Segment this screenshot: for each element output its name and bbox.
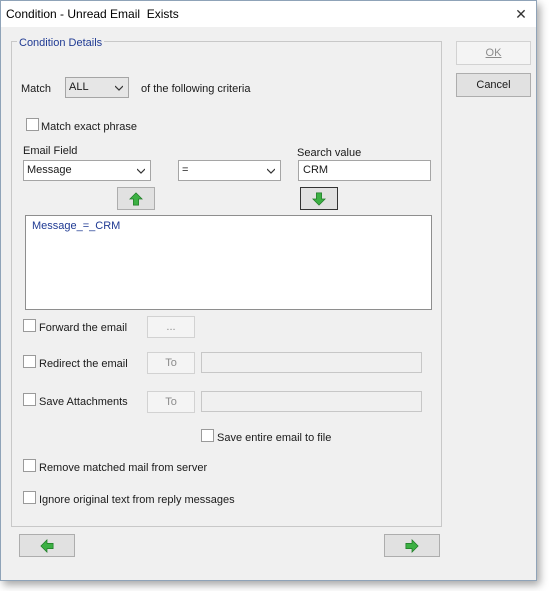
forward-browse-button[interactable]: ... xyxy=(147,316,195,338)
remove-matched-label: Remove matched mail from server xyxy=(39,462,208,474)
list-item[interactable]: Message_=_CRM xyxy=(32,220,120,232)
search-value-label: Search value xyxy=(297,147,362,159)
operator-select[interactable]: = xyxy=(178,160,281,181)
arrow-left-icon xyxy=(40,539,54,553)
match-exact-phrase-label: Match exact phrase xyxy=(41,121,137,133)
match-exact-phrase-checkbox[interactable] xyxy=(26,118,39,131)
cancel-button-label: Cancel xyxy=(476,79,511,91)
criteria-listbox[interactable]: Message_=_CRM xyxy=(25,215,432,310)
search-value-input[interactable]: CRM xyxy=(298,160,431,181)
redirect-address-input[interactable] xyxy=(201,352,422,373)
back-button[interactable] xyxy=(19,534,75,557)
move-up-button[interactable] xyxy=(117,187,155,210)
ignore-original-label: Ignore original text from reply messages xyxy=(39,494,235,506)
redirect-to-button[interactable]: To xyxy=(147,352,195,374)
email-field-select-value: Message xyxy=(27,164,72,176)
add-criteria-button[interactable] xyxy=(300,187,338,210)
forward-label: Forward the email xyxy=(39,322,128,334)
arrow-down-icon xyxy=(312,192,326,206)
email-field-select[interactable]: Message xyxy=(23,160,151,181)
save-entire-email-checkbox[interactable] xyxy=(201,429,214,442)
remove-matched-checkbox[interactable] xyxy=(23,459,36,472)
chevron-down-icon xyxy=(267,168,275,174)
ignore-original-checkbox[interactable] xyxy=(23,491,36,504)
ok-button[interactable]: OK xyxy=(456,41,531,65)
operator-select-value: = xyxy=(182,164,189,176)
forward-checkbox[interactable] xyxy=(23,319,36,332)
email-field-label: Email Field xyxy=(23,145,78,157)
save-entire-email-label: Save entire email to file xyxy=(217,432,332,444)
match-label: Match xyxy=(21,83,51,95)
arrow-right-icon xyxy=(405,539,419,553)
match-select-value: ALL xyxy=(69,81,89,93)
save-attachments-label: Save Attachments xyxy=(39,396,128,408)
match-suffix-label: of the following criteria xyxy=(141,83,251,95)
save-attachments-path-input[interactable] xyxy=(201,391,422,412)
next-button[interactable] xyxy=(384,534,440,557)
save-attachments-checkbox[interactable] xyxy=(23,393,36,406)
ok-button-label: OK xyxy=(485,47,502,59)
match-select[interactable]: ALL xyxy=(65,77,129,98)
title-bar: Condition - Unread Email Exists ✕ xyxy=(1,1,536,27)
chevron-down-icon xyxy=(137,168,145,174)
redirect-label: Redirect the email xyxy=(39,358,128,370)
cancel-button[interactable]: Cancel xyxy=(456,73,531,97)
save-attachments-to-button[interactable]: To xyxy=(147,391,195,413)
chevron-down-icon xyxy=(115,85,123,91)
group-legend: Condition Details xyxy=(17,37,105,49)
window-title: Condition - Unread Email Exists xyxy=(6,7,179,21)
condition-dialog: Condition - Unread Email Exists ✕ Condit… xyxy=(0,0,537,581)
close-button[interactable]: ✕ xyxy=(508,3,534,25)
arrow-up-icon xyxy=(129,192,143,206)
redirect-checkbox[interactable] xyxy=(23,355,36,368)
